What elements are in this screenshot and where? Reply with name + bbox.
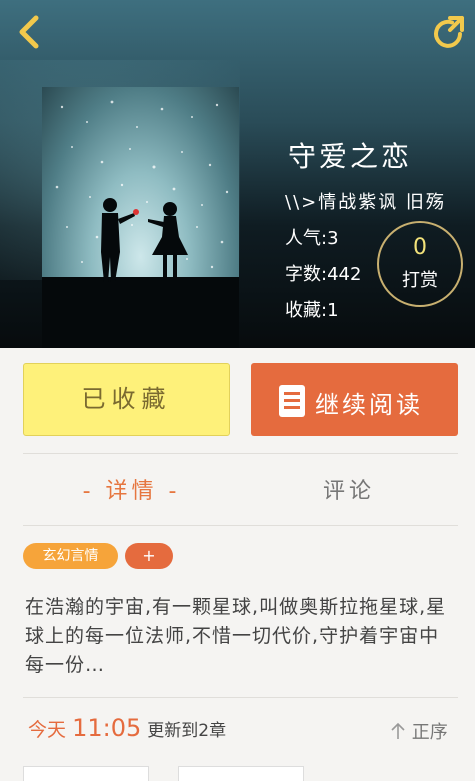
update-day: 今天 <box>28 719 67 741</box>
sort-order-label: 正序 <box>411 722 448 743</box>
book-cover[interactable] <box>42 87 239 348</box>
tip-label: 打赏 <box>402 270 438 291</box>
tab-comments[interactable]: 评论 <box>240 470 458 514</box>
favorites-stat: 收藏:1 <box>285 300 339 321</box>
word-count-stat: 字数:442 <box>285 264 362 285</box>
popularity-stat: 人气:3 <box>285 228 339 249</box>
genre-tag[interactable]: 玄幻言情 <box>23 543 118 569</box>
book-icon <box>279 385 305 417</box>
add-tag-button[interactable]: + <box>125 543 173 569</box>
share-button[interactable] <box>430 14 468 52</box>
book-title: 守爱之恋 <box>288 140 413 173</box>
book-header: 守爱之恋 \\>情战紫讽 旧殇 人气:3 字数:442 收藏:1 0 打赏 <box>0 0 475 348</box>
continue-reading-button[interactable]: 继续阅读 <box>251 363 458 436</box>
share-icon <box>434 16 464 48</box>
update-time: 11:05 <box>72 714 142 742</box>
divider-bottom <box>23 697 458 698</box>
collected-button[interactable]: 已收藏 <box>23 363 230 436</box>
sort-order-button[interactable]: 正序 <box>390 718 448 744</box>
divider-tabs <box>23 525 458 526</box>
tab-detail[interactable]: - 详情 - <box>23 470 240 514</box>
tip-button[interactable]: 0 打赏 <box>377 221 463 307</box>
divider-top <box>23 453 458 454</box>
update-info: 今天 11:05 更新到2章 <box>28 714 226 742</box>
cover-sparkles <box>42 100 239 348</box>
arrow-up-icon <box>391 722 405 739</box>
book-description[interactable]: 在浩瀚的宇宙,有一颗星球,叫做奥斯拉拖星球,星球上的每一位法师,不惜一切代价,守… <box>25 593 457 680</box>
back-button[interactable] <box>12 12 48 52</box>
update-chapters: 更新到2章 <box>147 721 227 741</box>
tip-count: 0 <box>413 235 427 260</box>
book-author: \\>情战紫讽 旧殇 <box>285 192 446 213</box>
continue-reading-label: 继续阅读 <box>315 391 423 419</box>
chevron-left-icon <box>19 15 39 49</box>
